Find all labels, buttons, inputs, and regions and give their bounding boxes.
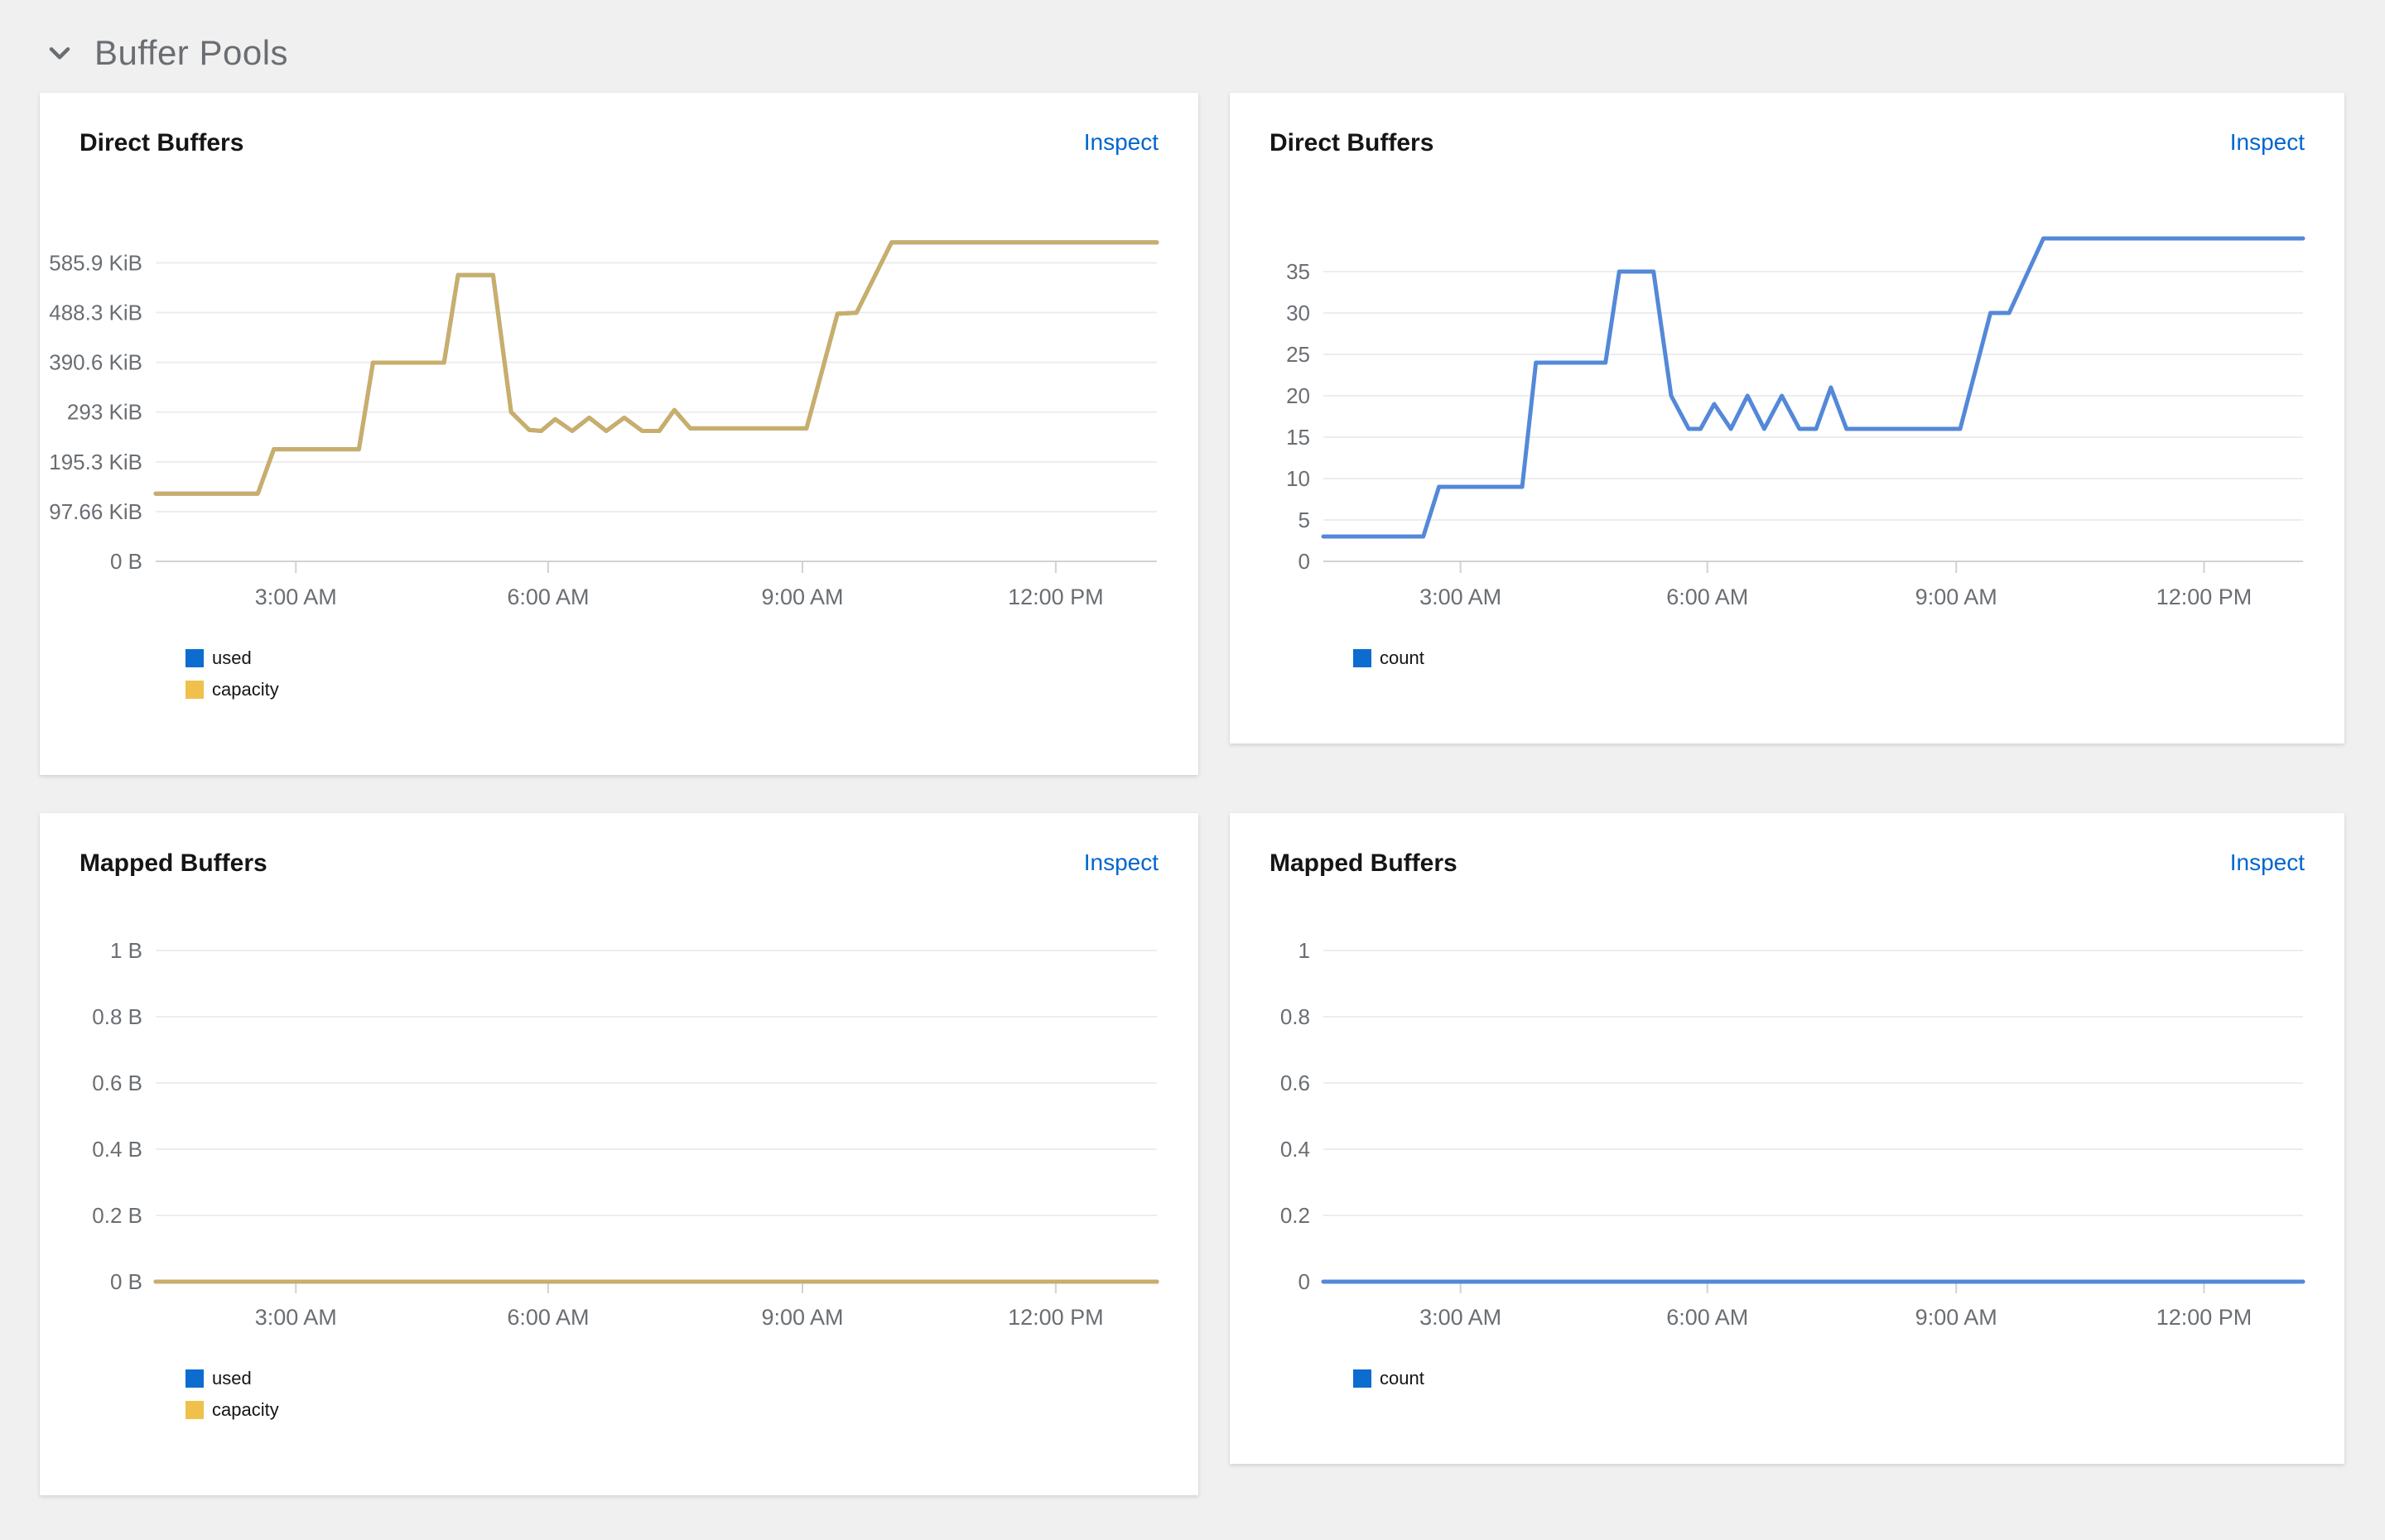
chart-mapped-buffers-memory[interactable]: 1 B 0.8 B 0.6 B 0.4 B 0.2 B 0 B 3:00 AM 6:00 AM… [80,934,1159,1348]
legend-item-count: count [1353,647,2305,669]
y-tick-label: 0.6 B [92,1071,142,1095]
y-tick-label: 0 B [110,549,142,574]
x-tick-label: 3:00 AM [1419,1305,1501,1330]
y-tick-label: 25 [1286,342,1310,367]
x-tick-label: 9:00 AM [1915,1305,1997,1330]
y-tick-label: 390.6 KiB [49,350,142,375]
y-tick-label: 0.6 [1280,1071,1310,1095]
legend-swatch [1353,1369,1371,1388]
y-tick-label: 0 [1298,1269,1310,1294]
legend-swatch [186,681,204,699]
inspect-link[interactable]: Inspect [1084,129,1159,156]
chart-legend: count [1353,1368,2305,1389]
y-tick-label: 10 [1286,466,1310,491]
series-line-used [156,243,1157,493]
chart-direct-buffers-memory[interactable]: 585.9 KiB488.3 KiB390.6 KiB293 KiB195.3 … [80,214,1159,628]
y-tick-label: 35 [1286,259,1310,284]
y-tick-label: 5 [1298,508,1310,532]
chart-legend: used capacity [186,1368,1159,1421]
y-tick-label: 0.8 [1280,1004,1310,1029]
series-line-count [1323,238,2303,537]
y-tick-label: 0.2 B [92,1203,142,1228]
x-tick-label: 6:00 AM [507,585,589,609]
y-tick-label: 0 [1298,549,1310,574]
legend-label: capacity [212,1399,279,1421]
legend-item-used: used [186,647,1159,669]
y-tick-label: 15 [1286,425,1310,450]
section-toggle-buffer-pools[interactable]: Buffer Pools [0,0,2385,93]
y-tick-label: 488.3 KiB [49,301,142,325]
x-tick-label: 6:00 AM [1666,1305,1748,1330]
x-tick-label: 9:00 AM [761,1305,843,1330]
legend-item-capacity: capacity [186,1399,1159,1421]
x-tick-label: 12:00 PM [1008,585,1104,609]
section-title: Buffer Pools [94,33,288,73]
x-tick-label: 12:00 PM [2156,1305,2252,1330]
x-tick-label: 9:00 AM [1915,585,1997,609]
x-tick-label: 3:00 AM [1419,585,1501,609]
card-grid: Direct Buffers Inspect 585.9 KiB488.3 Ki… [0,93,2385,1495]
card-title: Mapped Buffers [1270,849,1458,878]
chart-mapped-buffers-count[interactable]: 1 0.8 0.6 0.4 0.2 0 3:00 AM 6:00 AM 9:00 AM 12:00… [1270,934,2305,1348]
x-tick-label: 6:00 AM [507,1305,589,1330]
series-line-capacity [156,243,1157,493]
legend-label: count [1380,647,1424,669]
x-tick-label: 9:00 AM [761,585,843,609]
y-tick-label: 195.3 KiB [49,450,142,474]
inspect-link[interactable]: Inspect [2230,129,2305,156]
x-tick-label: 3:00 AM [255,585,337,609]
y-tick-label: 1 B [110,938,142,963]
y-tick-label: 97.66 KiB [49,499,142,524]
y-tick-label: 0 B [110,1269,142,1294]
legend-label: count [1380,1368,1424,1389]
card-direct-buffers-count: Direct Buffers Inspect 35 30 25 20 15 10 5 0 3:0… [1230,93,2344,744]
y-tick-label: 0.2 [1280,1203,1310,1228]
legend-swatch [186,1369,204,1388]
x-tick-label: 12:00 PM [2156,585,2252,609]
y-tick-label: 1 [1298,938,1310,963]
inspect-link[interactable]: Inspect [1084,849,1159,876]
y-tick-label: 0.8 B [92,1004,142,1029]
y-tick-label: 0.4 [1280,1137,1310,1162]
legend-item-capacity: capacity [186,679,1159,700]
legend-swatch [186,649,204,667]
y-tick-label: 20 [1286,383,1310,408]
chart-legend: count [1353,647,2305,669]
x-tick-label: 3:00 AM [255,1305,337,1330]
inspect-link[interactable]: Inspect [2230,849,2305,876]
legend-swatch [1353,649,1371,667]
legend-item-count: count [1353,1368,2305,1389]
card-title: Mapped Buffers [80,849,267,878]
card-title: Direct Buffers [1270,129,1433,157]
chart-legend: used capacity [186,647,1159,700]
card-direct-buffers-memory: Direct Buffers Inspect 585.9 KiB488.3 Ki… [40,93,1198,775]
x-tick-label: 6:00 AM [1666,585,1748,609]
card-mapped-buffers-count: Mapped Buffers Inspect 1 0.8 0.6 0.4 0.2 0 3:0… [1230,813,2344,1464]
legend-item-used: used [186,1368,1159,1389]
card-mapped-buffers-memory: Mapped Buffers Inspect 1 B 0.8 B 0.6 B 0.4 … [40,813,1198,1495]
legend-label: used [212,647,252,669]
chevron-down-icon[interactable] [46,40,73,66]
x-tick-label: 12:00 PM [1008,1305,1104,1330]
legend-swatch [186,1401,204,1419]
y-tick-label: 30 [1286,301,1310,325]
y-tick-label: 585.9 KiB [49,250,142,275]
chart-direct-buffers-count[interactable]: 35 30 25 20 15 10 5 0 3:00 AM 6:00 AM 9:00 AM 12:00… [1270,214,2305,628]
legend-label: used [212,1368,252,1389]
y-tick-label: 293 KiB [67,400,142,425]
card-title: Direct Buffers [80,129,243,157]
y-tick-label: 0.4 B [92,1137,142,1162]
legend-label: capacity [212,679,279,700]
